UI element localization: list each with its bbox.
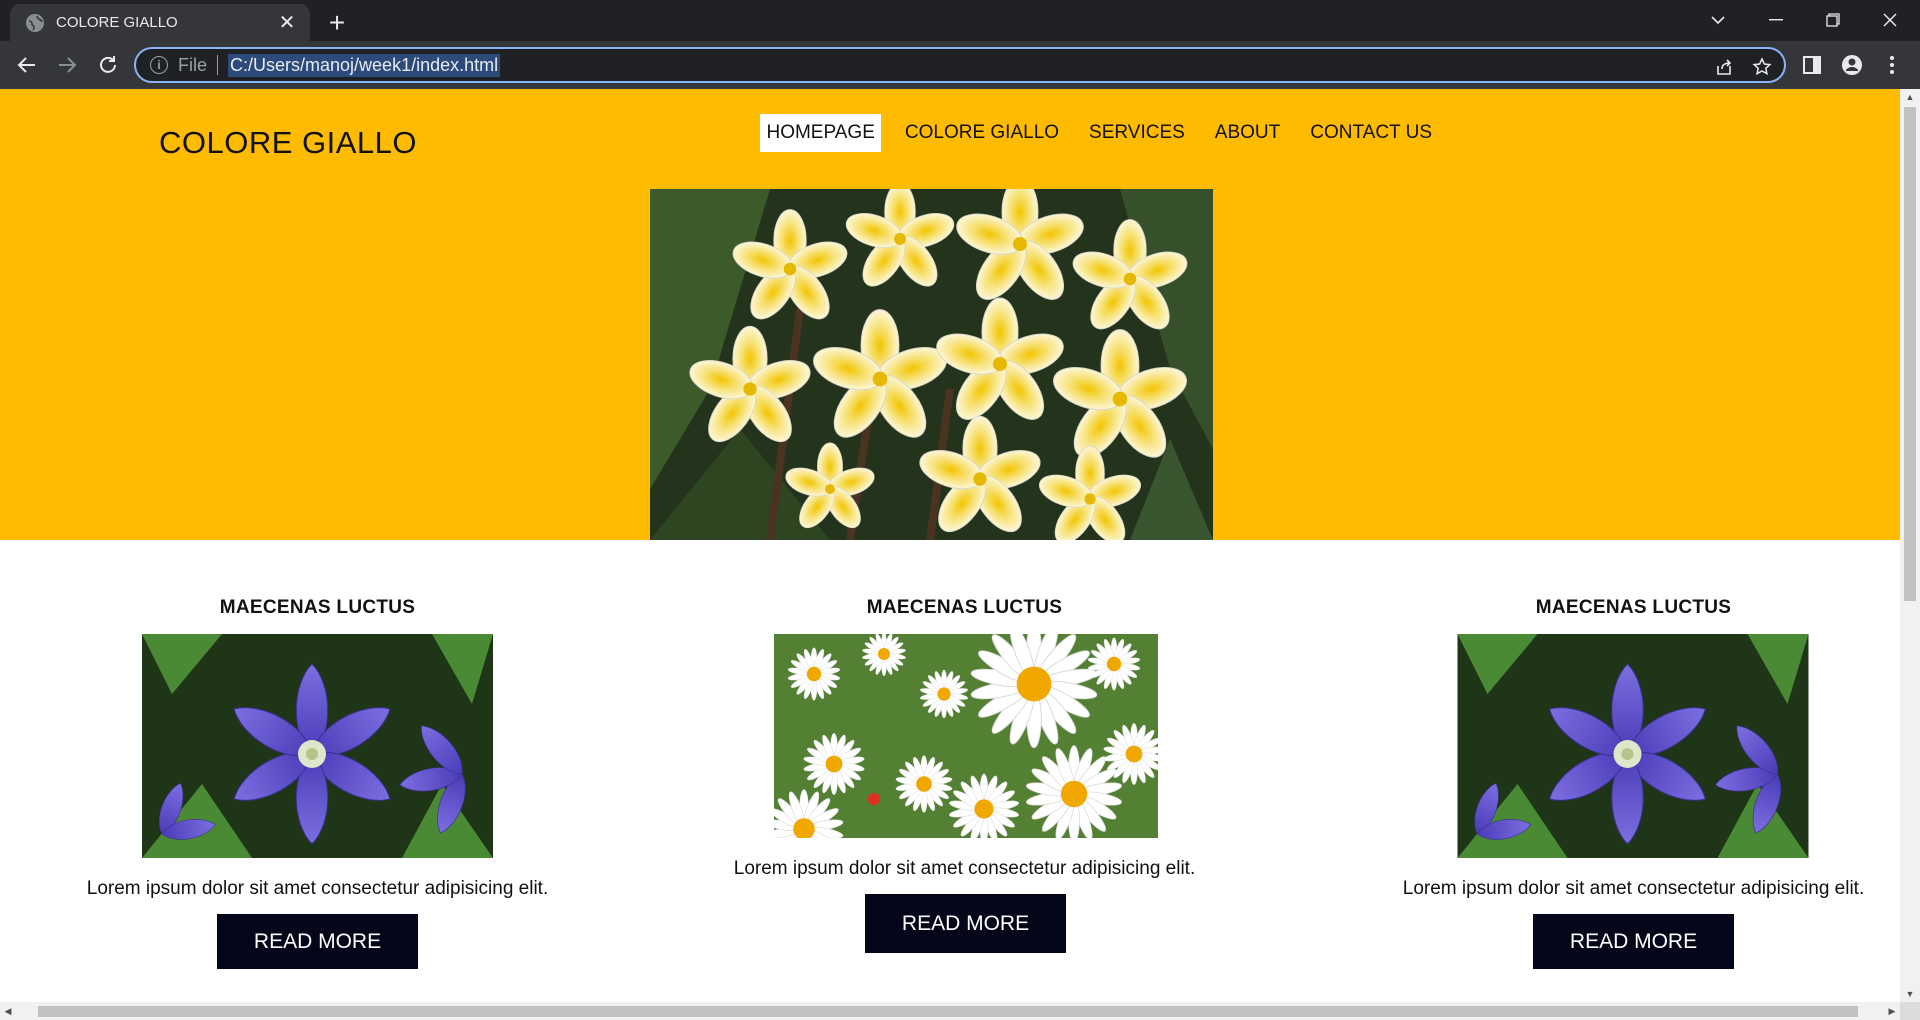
site-logo[interactable]: COLORE GIALLO xyxy=(159,125,417,161)
nav-homepage[interactable]: HOMEPAGE xyxy=(760,114,881,152)
browser-toolbar: i File C:/Users/manoj/week1/index.html xyxy=(0,41,1920,89)
forward-arrow-icon xyxy=(59,57,77,73)
nav-services[interactable]: SERVICES xyxy=(1083,114,1191,152)
card-description: Lorem ipsum dolor sit amet consectetur a… xyxy=(1402,878,1865,899)
card-description: Lorem ipsum dolor sit amet consectetur a… xyxy=(733,858,1196,879)
info-icon[interactable]: i xyxy=(150,56,168,74)
card-title: MAECENAS LUCTUS xyxy=(219,597,416,618)
scroll-up-arrow-icon[interactable]: ▲ xyxy=(1900,89,1920,105)
menu-kebab-icon[interactable] xyxy=(1878,51,1906,79)
card-description: Lorem ipsum dolor sit amet consectetur a… xyxy=(86,878,549,899)
tab-search-chevron-icon[interactable] xyxy=(1690,0,1746,40)
card-title: MAECENAS LUCTUS xyxy=(866,597,1063,618)
forward-button[interactable] xyxy=(51,49,83,81)
address-bar[interactable]: i File C:/Users/manoj/week1/index.html xyxy=(134,47,1786,83)
url-text[interactable]: C:/Users/manoj/week1/index.html xyxy=(228,53,501,77)
browser-tab-strip: COLORE GIALLO ✕ + xyxy=(0,0,1920,41)
profile-icon[interactable] xyxy=(1838,51,1866,79)
share-icon[interactable] xyxy=(1712,55,1736,79)
tab-title: COLORE GIALLO xyxy=(56,14,178,31)
read-more-button[interactable]: READ MORE xyxy=(865,894,1066,953)
card-title: MAECENAS LUCTUS xyxy=(1535,597,1732,618)
close-tab-icon[interactable]: ✕ xyxy=(276,12,298,34)
new-tab-button[interactable]: + xyxy=(322,7,352,38)
card-image-daisies xyxy=(774,634,1158,838)
scroll-left-arrow-icon[interactable]: ◀ xyxy=(0,1002,16,1020)
restore-button[interactable] xyxy=(1805,0,1861,40)
scheme-label: File xyxy=(178,54,208,75)
reload-icon xyxy=(100,56,116,73)
scroll-right-arrow-icon[interactable]: ▶ xyxy=(1884,1002,1900,1020)
back-arrow-icon xyxy=(17,57,35,73)
horizontal-scroll-thumb[interactable] xyxy=(38,1006,1858,1017)
hero-image xyxy=(650,189,1213,540)
nav-contact-us[interactable]: CONTACT US xyxy=(1304,114,1438,152)
browser-tab[interactable]: COLORE GIALLO ✕ xyxy=(10,4,310,41)
card-image-clematis xyxy=(1457,634,1809,858)
nav-about[interactable]: ABOUT xyxy=(1209,114,1286,152)
read-more-button[interactable]: READ MORE xyxy=(217,914,418,969)
feature-card: MAECENAS LUCTUS Lorem ipsum dolor sit am… xyxy=(60,540,575,1002)
back-button[interactable] xyxy=(11,49,43,81)
page-viewport: COLORE GIALLO HOMEPAGE COLORE GIALLO SER… xyxy=(0,89,1900,1002)
vertical-scroll-thumb[interactable] xyxy=(1904,107,1916,601)
globe-icon xyxy=(26,13,44,32)
reload-button[interactable] xyxy=(92,49,124,81)
scroll-down-arrow-icon[interactable]: ▼ xyxy=(1900,986,1920,1002)
nav-colore-giallo[interactable]: COLORE GIALLO xyxy=(899,114,1065,152)
read-more-button[interactable]: READ MORE xyxy=(1533,914,1734,969)
card-image-clematis xyxy=(142,634,493,858)
scheme-separator xyxy=(217,55,219,75)
vertical-scrollbar[interactable]: ▲ ▼ xyxy=(1900,89,1920,1002)
site-navigation: HOMEPAGE COLORE GIALLO SERVICES ABOUT CO… xyxy=(742,114,1438,152)
bookmark-star-icon[interactable] xyxy=(1750,55,1774,79)
scrollbar-corner xyxy=(1900,1002,1920,1020)
site-header: COLORE GIALLO HOMEPAGE COLORE GIALLO SER… xyxy=(0,89,1900,540)
horizontal-scrollbar[interactable]: ◀ ▶ xyxy=(0,1002,1900,1020)
feature-card: MAECENAS LUCTUS Lorem ipsum dolor sit am… xyxy=(707,540,1222,1002)
side-panel-icon[interactable] xyxy=(1798,51,1826,79)
close-window-button[interactable] xyxy=(1862,0,1918,40)
feature-card: MAECENAS LUCTUS Lorem ipsum dolor sit am… xyxy=(1376,540,1891,1002)
minimize-button[interactable] xyxy=(1748,0,1804,40)
